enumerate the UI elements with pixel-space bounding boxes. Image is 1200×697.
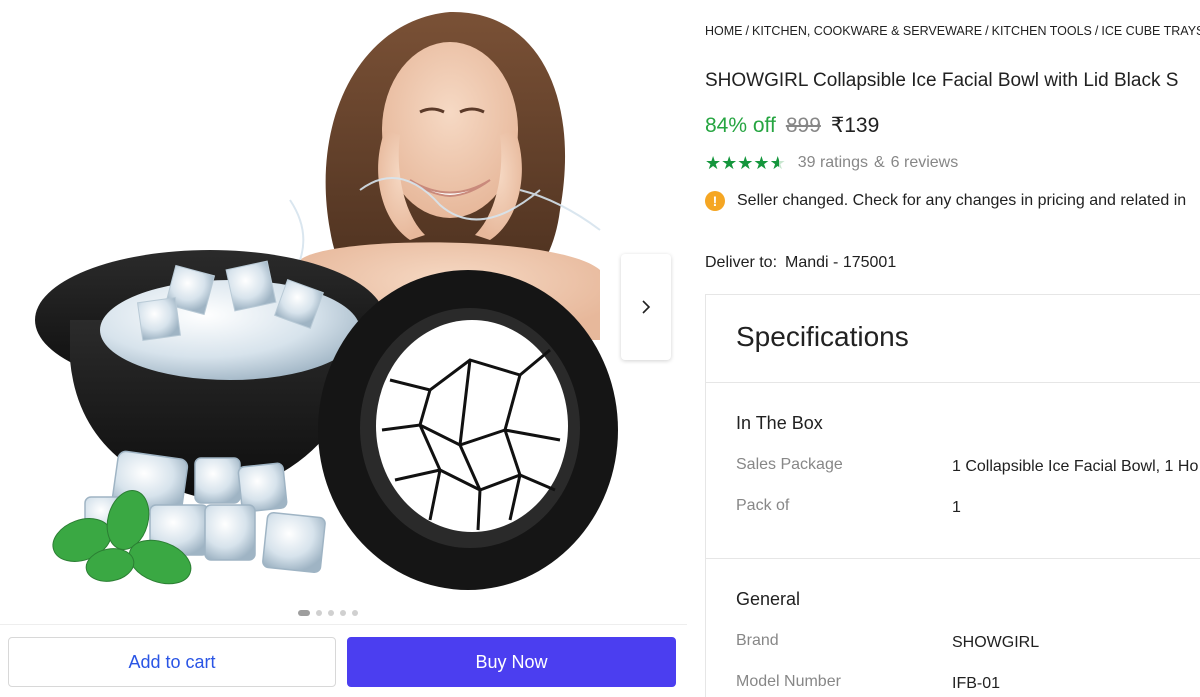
spec-value: SHOWGIRL bbox=[952, 634, 1040, 651]
breadcrumb-separator: / bbox=[985, 24, 989, 38]
specifications-panel: Specifications In The Box Sales Package … bbox=[705, 294, 1200, 697]
add-to-cart-button[interactable]: Add to cart bbox=[8, 637, 336, 687]
buy-now-button[interactable]: Buy Now bbox=[347, 637, 676, 687]
seller-notice: ! Seller changed. Check for any changes … bbox=[705, 191, 1186, 211]
star-rating: ★ ★ ★ ★ ★ bbox=[705, 153, 786, 173]
gallery-dot[interactable] bbox=[328, 610, 334, 616]
ratings-separator: & bbox=[873, 154, 885, 171]
gallery-dot[interactable] bbox=[340, 610, 346, 616]
delivery-pincode[interactable]: Mandi - 175001 bbox=[785, 254, 896, 271]
star-full-icon: ★ bbox=[705, 153, 722, 173]
discount-label: 84% off bbox=[705, 114, 776, 137]
original-price: 899 bbox=[785, 114, 821, 137]
star-half-icon: ★ bbox=[769, 153, 786, 173]
gallery-next-button[interactable] bbox=[621, 254, 671, 360]
breadcrumb-item-ice-cube-trays[interactable]: ICE CUBE TRAYS bbox=[1101, 24, 1200, 38]
seller-notice-text: Seller changed. Check for any changes in… bbox=[737, 192, 1187, 209]
delivery-location[interactable]: Deliver to: Mandi - 175001 bbox=[705, 254, 896, 272]
spec-value: IFB-01 bbox=[952, 675, 1001, 692]
spec-group-title: In The Box bbox=[736, 413, 823, 433]
spec-value: 1 Collapsible Ice Facial Bowl, 1 Ho bbox=[952, 458, 1199, 475]
delivery-label: Deliver to: bbox=[705, 254, 778, 271]
breadcrumb-item-kitchen[interactable]: KITCHEN, COOKWARE & SERVEWARE bbox=[752, 24, 982, 38]
gallery-dot[interactable] bbox=[352, 610, 358, 616]
breadcrumb-item-home[interactable]: HOME bbox=[705, 24, 743, 38]
star-full-icon: ★ bbox=[721, 153, 738, 173]
action-bar: Add to cart Buy Now bbox=[0, 624, 687, 697]
divider bbox=[706, 382, 1200, 383]
gallery-pagination bbox=[298, 610, 358, 616]
star-full-icon: ★ bbox=[737, 153, 754, 173]
info-icon: ! bbox=[705, 191, 725, 211]
breadcrumb-separator: / bbox=[1094, 24, 1099, 38]
chevron-right-icon bbox=[642, 300, 651, 314]
gallery-dot[interactable] bbox=[298, 610, 310, 616]
selling-price: ₹139 bbox=[830, 114, 880, 137]
rating-row: ★ ★ ★ ★ ★ 39 ratings & 6 reviews bbox=[705, 153, 958, 173]
product-title: SHOWGIRL Collapsible Ice Facial Bowl wit… bbox=[705, 70, 1179, 91]
gallery-dot[interactable] bbox=[316, 610, 322, 616]
breadcrumb-item-kitchen-tools[interactable]: KITCHEN TOOLS bbox=[992, 24, 1092, 38]
product-image[interactable] bbox=[0, 0, 690, 600]
breadcrumb-separator: / bbox=[745, 24, 749, 38]
product-details: HOME / KITCHEN, COOKWARE & SERVEWARE / KITCH… bbox=[705, 0, 1200, 697]
star-full-icon: ★ bbox=[753, 153, 770, 173]
spec-key: Sales Package bbox=[736, 456, 843, 473]
spec-key: Pack of bbox=[736, 497, 790, 514]
reviews-count[interactable]: 6 reviews bbox=[891, 154, 959, 172]
ratings-count[interactable]: 39 ratings bbox=[798, 154, 868, 172]
product-photo bbox=[0, 0, 690, 600]
spec-key: Brand bbox=[736, 632, 779, 649]
spec-key: Model Number bbox=[736, 673, 841, 690]
price-row: 84% off 899 ₹139 bbox=[705, 113, 879, 138]
product-gallery: Add to cart Buy Now bbox=[0, 0, 690, 697]
breadcrumb: HOME / KITCHEN, COOKWARE & SERVEWARE / KITCH… bbox=[705, 24, 1200, 38]
spec-value: 1 bbox=[952, 499, 961, 516]
divider bbox=[706, 558, 1200, 559]
spec-group-title: General bbox=[736, 589, 801, 609]
specifications-title: Specifications bbox=[736, 321, 909, 352]
